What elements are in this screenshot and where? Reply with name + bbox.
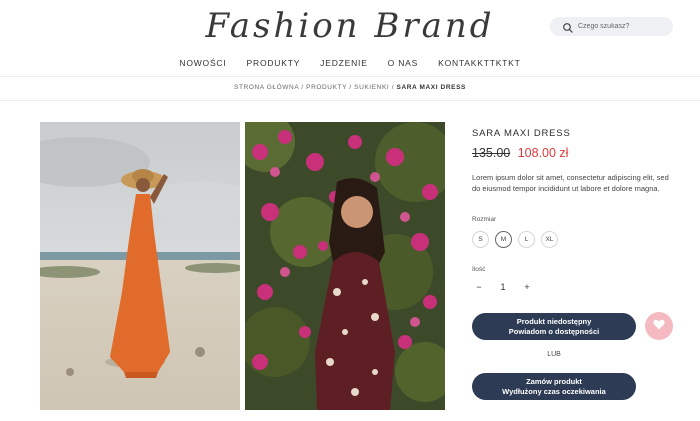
product-price: 135.00 108.00 zł xyxy=(472,146,568,160)
size-option-m[interactable]: M xyxy=(495,231,512,248)
breadcrumb-current: SARA MAXI DRESS xyxy=(396,84,466,91)
sale-price: 108.00 zł xyxy=(517,146,569,160)
product-description: Lorem ipsum dolor sit amet, consectetur … xyxy=(472,173,669,193)
size-option-xl[interactable]: XL xyxy=(541,231,558,248)
nav-item-nowosci[interactable]: NOWOŚCI xyxy=(179,58,226,68)
size-label: Rozmiar xyxy=(472,216,497,223)
quantity-stepper: − 1 + xyxy=(472,282,534,292)
notify-button-line1: Produkt niedostępny xyxy=(516,316,592,326)
quantity-value[interactable]: 1 xyxy=(496,282,510,292)
product-photo-flowers[interactable] xyxy=(245,122,445,410)
size-option-s[interactable]: S xyxy=(472,231,489,248)
old-price: 135.00 xyxy=(472,146,511,160)
search-input[interactable] xyxy=(578,23,668,30)
breadcrumb-path[interactable]: STRONA GŁÓWNA / PRODUKTY / SUKIENKI / xyxy=(234,84,394,91)
product-title: SARA MAXI DRESS xyxy=(472,128,571,139)
quantity-decrease-button[interactable]: − xyxy=(472,282,486,292)
nav-item-produkty[interactable]: PRODUKTY xyxy=(247,58,301,68)
nav-item-o-nas[interactable]: O NAS xyxy=(388,58,418,68)
nav-item-kontakt[interactable]: KONTAKKTTKTKT xyxy=(438,58,521,68)
product-photo-beach[interactable] xyxy=(40,122,240,410)
nav-item-jedzenie[interactable]: JEDZENIE xyxy=(320,58,368,68)
size-option-l[interactable]: L xyxy=(518,231,535,248)
search-bar[interactable] xyxy=(550,17,673,36)
breadcrumb-divider xyxy=(0,100,700,101)
size-selector: S M L XL xyxy=(472,231,564,248)
or-separator: LUB xyxy=(547,351,561,358)
quantity-label: Ilość xyxy=(472,266,486,273)
notify-availability-button[interactable]: Produkt niedostępny Powiadom o dostępnoś… xyxy=(472,313,636,340)
search-icon[interactable] xyxy=(562,21,574,33)
wishlist-button[interactable] xyxy=(645,312,673,340)
heart-icon xyxy=(653,317,665,335)
quantity-increase-button[interactable]: + xyxy=(520,282,534,292)
order-button-line1: Zamów produkt xyxy=(526,376,582,386)
main-nav: NOWOŚCI PRODUKTY JEDZENIE O NAS KONTAKKT… xyxy=(0,58,700,68)
order-button-line2: Wydłużony czas oczekiwania xyxy=(502,386,606,396)
breadcrumb: STRONA GŁÓWNA / PRODUKTY / SUKIENKI / SA… xyxy=(0,84,700,91)
notify-button-line2: Powiadom o dostępności xyxy=(508,326,600,336)
nav-divider xyxy=(0,76,700,77)
order-product-button[interactable]: Zamów produkt Wydłużony czas oczekiwania xyxy=(472,373,636,400)
